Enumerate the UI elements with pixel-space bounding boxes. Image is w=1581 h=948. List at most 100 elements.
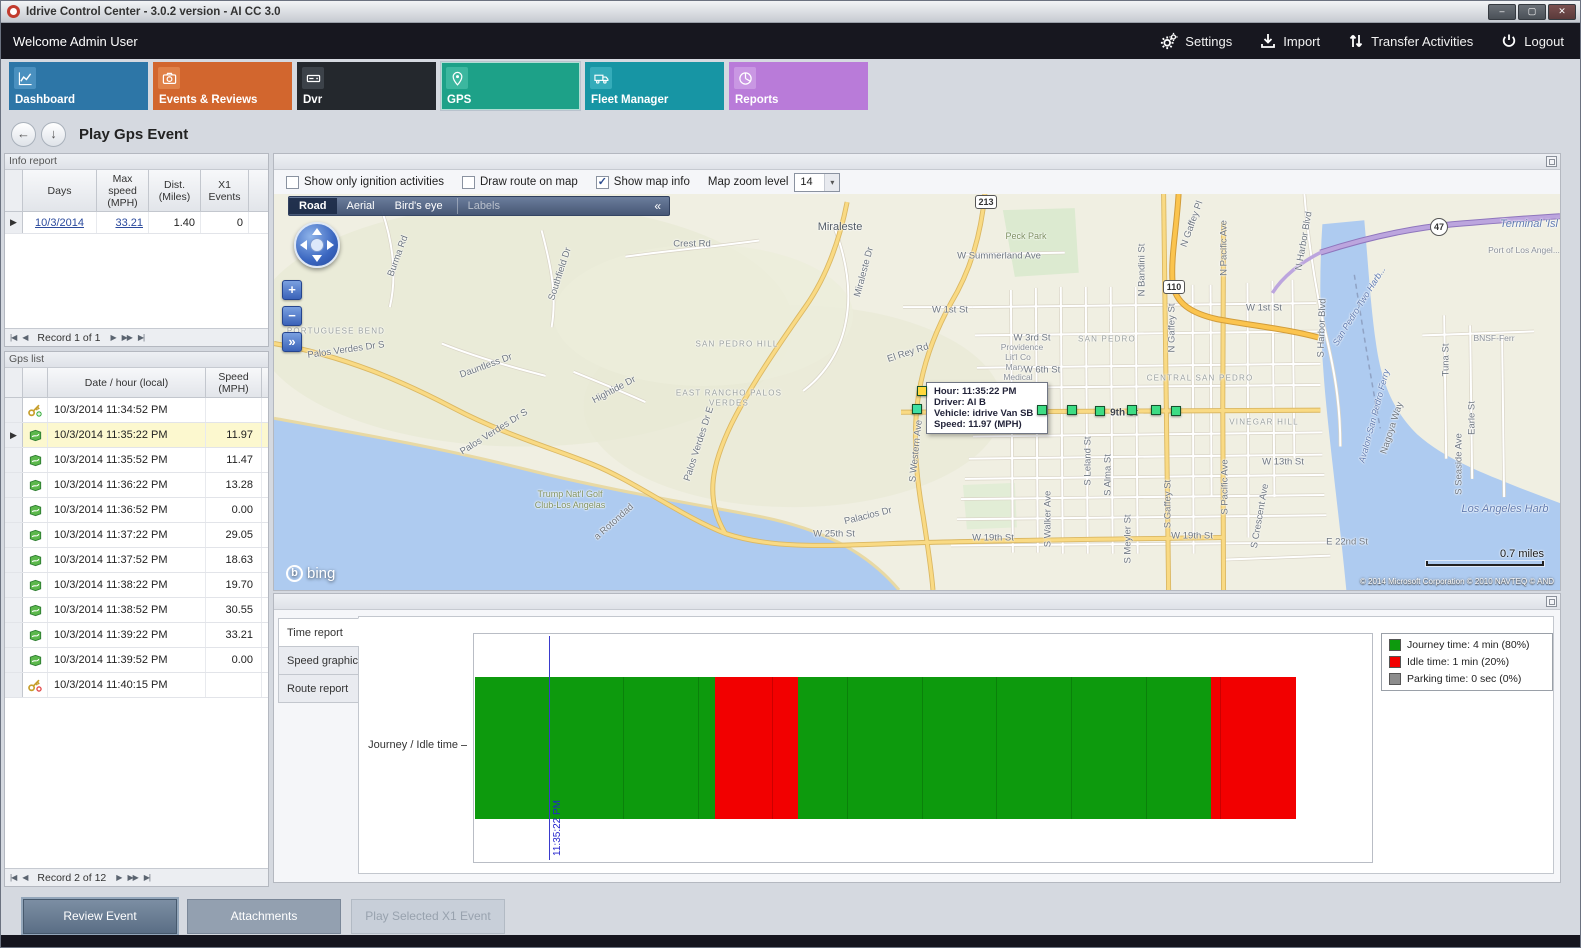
column-x1-events[interactable]: X1 Events xyxy=(201,170,249,211)
pager-next-button[interactable]: ▶ xyxy=(116,873,121,882)
maximize-button[interactable]: ▢ xyxy=(1518,4,1546,20)
pager-next-button[interactable]: ▶ xyxy=(110,333,115,342)
column-dist[interactable]: Dist. (Miles) xyxy=(149,170,201,211)
chart-box: Journey / Idle time 11:35:22 PM Journey … xyxy=(358,616,1554,874)
column-max-speed[interactable]: Max speed (MPH) xyxy=(97,170,149,211)
map-option-show-only-ignition-activities[interactable]: Show only ignition activities xyxy=(286,176,444,189)
gps-marker[interactable] xyxy=(1067,405,1077,415)
pager-first-button[interactable]: |◀ xyxy=(10,333,16,342)
column-datetime[interactable]: Date / hour (local) xyxy=(48,368,206,397)
nav-tile-reports[interactable]: Reports xyxy=(729,62,868,110)
bing-logo[interactable]: b bing xyxy=(286,565,335,582)
chart-axis-label: Journey / Idle time xyxy=(359,739,467,751)
pager-nextpage-button[interactable]: ▶▶ xyxy=(122,333,132,342)
tab-speed-graphic[interactable]: Speed graphic xyxy=(278,646,359,675)
gps-row[interactable]: 10/3/2014 11:37:52 PM18.63 xyxy=(5,548,268,573)
gps-datetime: 10/3/2014 11:34:52 PM xyxy=(48,398,206,422)
pan-south-icon[interactable] xyxy=(312,255,322,262)
map-view-road[interactable]: Road xyxy=(289,198,337,214)
topbar-action-settings[interactable]: Settings xyxy=(1160,32,1232,50)
gps-marker[interactable] xyxy=(1151,405,1161,415)
vehicle-icon xyxy=(23,598,48,622)
interval-tick xyxy=(922,677,923,818)
close-button[interactable]: ✕ xyxy=(1548,4,1576,20)
nav-tile-dashboard[interactable]: Dashboard xyxy=(9,62,148,110)
checkbox-icon[interactable] xyxy=(462,176,475,189)
gps-row[interactable]: 10/3/2014 11:39:52 PM0.00 xyxy=(5,648,268,673)
info-report-row[interactable]: ▶ 10/3/2014 33.21 1.40 0 xyxy=(5,212,268,234)
topbar-actions: Settings Import Transfer Activities Logout xyxy=(1160,32,1564,50)
gps-marker[interactable] xyxy=(1171,406,1181,416)
topbar-action-label: Transfer Activities xyxy=(1371,34,1473,49)
chevron-down-icon[interactable]: ▾ xyxy=(824,174,839,191)
map-view-labels[interactable]: Labels xyxy=(457,198,510,214)
pager-prev-button[interactable]: ◀ xyxy=(22,333,27,342)
down-button[interactable]: ↓ xyxy=(41,122,66,147)
zoom-in-button[interactable]: + xyxy=(282,280,302,300)
row-selection-marker: ▶ xyxy=(5,212,23,233)
gps-marker[interactable] xyxy=(1127,405,1137,415)
pager-prev-button[interactable]: ◀ xyxy=(22,873,27,882)
pan-east-icon[interactable] xyxy=(327,240,334,250)
footer-button-review-event[interactable]: Review Event xyxy=(23,899,177,934)
pager-last-button[interactable]: ▶| xyxy=(138,333,144,342)
gps-row[interactable]: 10/3/2014 11:38:22 PM19.70 xyxy=(5,573,268,598)
collapse-map-menu-button[interactable]: « xyxy=(646,199,669,213)
tab-route-report[interactable]: Route report xyxy=(278,674,359,703)
days-link[interactable]: 10/3/2014 xyxy=(35,217,84,229)
map-option-show-map-info[interactable]: ✓Show map info xyxy=(596,176,690,189)
pager-label: Record 2 of 12 xyxy=(37,872,106,884)
zoom-out-button[interactable]: − xyxy=(282,306,302,326)
column-speed[interactable]: Speed (MPH) xyxy=(206,368,262,397)
back-button[interactable]: ← xyxy=(11,122,36,147)
checkbox-icon[interactable]: ✓ xyxy=(596,176,609,189)
row-gutter xyxy=(5,473,23,497)
pager-nextpage-button[interactable]: ▶▶ xyxy=(127,873,137,882)
gps-marker[interactable] xyxy=(1095,406,1105,416)
gps-row[interactable]: 10/3/2014 11:35:52 PM11.47 xyxy=(5,448,268,473)
line-chart-icon xyxy=(14,67,36,89)
nav-tile-dvr[interactable]: Dvr xyxy=(297,62,436,110)
pager-last-button[interactable]: ▶| xyxy=(144,873,150,882)
map-compass[interactable] xyxy=(294,222,340,268)
gps-marker[interactable] xyxy=(912,404,922,414)
map-viewport[interactable]: MiralestePeck ParkW Summerland AveCrest … xyxy=(274,194,1560,590)
footer-buttons: Review EventAttachmentsPlay Selected X1 … xyxy=(1,897,1580,935)
topbar-action-logout[interactable]: Logout xyxy=(1501,33,1564,49)
gps-row[interactable]: 10/3/2014 11:36:52 PM0.00 xyxy=(5,498,268,523)
nav-tile-gps[interactable]: GPS xyxy=(441,62,580,110)
gps-row[interactable]: 10/3/2014 11:38:52 PM30.55 xyxy=(5,598,268,623)
app-window: Idrive Control Center - 3.0.2 version - … xyxy=(0,0,1581,948)
pan-north-icon[interactable] xyxy=(312,228,322,235)
gps-row[interactable]: 10/3/2014 11:34:52 PM xyxy=(5,398,268,423)
map-zoom-select[interactable]: 14 ▾ xyxy=(794,173,840,192)
gps-row[interactable]: 10/3/2014 11:36:22 PM13.28 xyxy=(5,473,268,498)
gps-row[interactable]: ▶10/3/2014 11:35:22 PM11.97 xyxy=(5,423,268,448)
gps-row[interactable]: 10/3/2014 11:39:22 PM33.21 xyxy=(5,623,268,648)
column-days[interactable]: Days xyxy=(23,170,97,211)
gps-datetime: 10/3/2014 11:36:22 PM xyxy=(48,473,206,497)
map-zoom-control: Map zoom level 14 ▾ xyxy=(708,173,841,192)
nav-tile-events-reviews[interactable]: Events & Reviews xyxy=(153,62,292,110)
gps-marker[interactable] xyxy=(1037,405,1047,415)
pager-first-button[interactable]: |◀ xyxy=(10,873,16,882)
map-option-draw-route-on-map[interactable]: Draw route on map xyxy=(462,176,578,189)
pan-west-icon[interactable] xyxy=(300,240,307,250)
checkbox-icon[interactable] xyxy=(286,176,299,189)
footer-button-attachments[interactable]: Attachments xyxy=(187,899,341,934)
gps-row[interactable]: 10/3/2014 11:37:22 PM29.05 xyxy=(5,523,268,548)
tab-time-report[interactable]: Time report xyxy=(278,618,359,647)
gps-row[interactable]: 10/3/2014 11:40:15 PM xyxy=(5,673,268,698)
map-view-bird-s-eye[interactable]: Bird's eye xyxy=(385,198,453,214)
map-view-aerial[interactable]: Aerial xyxy=(337,198,385,214)
expand-button[interactable]: » xyxy=(282,332,302,352)
minimize-button[interactable]: – xyxy=(1488,4,1516,20)
max-speed-link[interactable]: 33.21 xyxy=(115,217,143,229)
topbar-action-import[interactable]: Import xyxy=(1260,33,1320,49)
nav-tile-fleet-manager[interactable]: Fleet Manager xyxy=(585,62,724,110)
collapse-panel-button[interactable] xyxy=(1546,596,1557,607)
map-view-menu: RoadAerialBird's eyeLabels « xyxy=(288,196,670,216)
gps-marker[interactable] xyxy=(917,386,927,396)
collapse-panel-button[interactable] xyxy=(1546,156,1557,167)
topbar-action-transfer-activities[interactable]: Transfer Activities xyxy=(1348,33,1473,49)
